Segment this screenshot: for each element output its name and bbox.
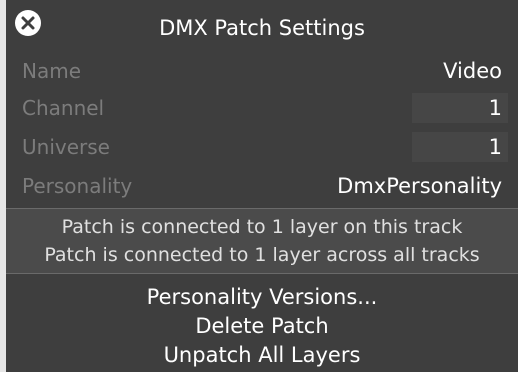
personality-label: Personality <box>22 174 133 198</box>
dmx-patch-settings-dialog: DMX Patch Settings Name Video Channel 1 … <box>6 0 518 372</box>
channel-field[interactable]: 1 <box>412 93 508 123</box>
universe-row: Universe 1 <box>22 132 508 162</box>
personality-versions-button[interactable]: Personality Versions... <box>6 283 518 311</box>
dialog-title: DMX Patch Settings <box>159 16 365 40</box>
delete-patch-button[interactable]: Delete Patch <box>6 312 518 340</box>
channel-row: Channel 1 <box>22 93 508 123</box>
personality-value[interactable]: DmxPersonality <box>337 171 502 201</box>
name-row: Name Video <box>22 56 502 86</box>
connection-info-box: Patch is connected to 1 layer on this tr… <box>6 208 518 274</box>
unpatch-all-layers-button[interactable]: Unpatch All Layers <box>6 341 518 369</box>
universe-field[interactable]: 1 <box>412 132 508 162</box>
universe-label: Universe <box>22 135 110 159</box>
personality-row: Personality DmxPersonality <box>22 171 502 201</box>
name-value[interactable]: Video <box>443 56 502 86</box>
all-tracks-connection-text: Patch is connected to 1 layer across all… <box>44 244 480 266</box>
channel-label: Channel <box>22 96 105 120</box>
name-label: Name <box>22 59 82 83</box>
track-connection-text: Patch is connected to 1 layer on this tr… <box>61 216 463 238</box>
